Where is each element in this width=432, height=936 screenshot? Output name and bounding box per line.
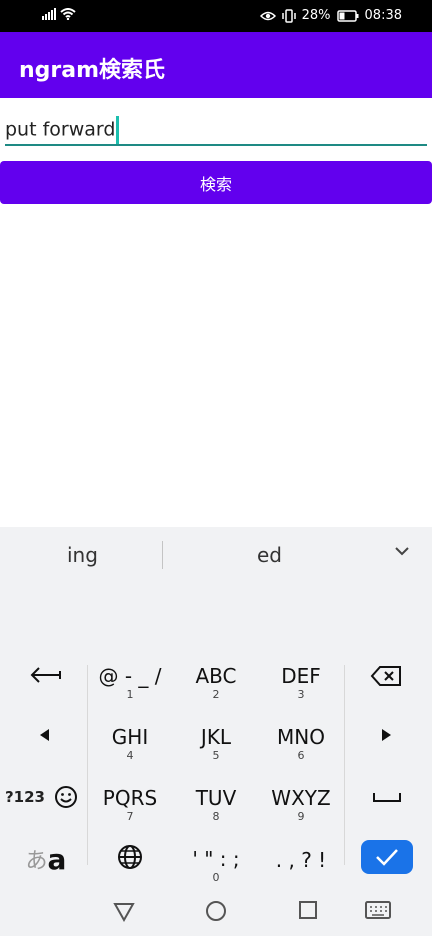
- back-triangle-icon[interactable]: [113, 900, 135, 922]
- confirm-button[interactable]: [361, 840, 413, 874]
- keyboard-divider-right: [344, 665, 345, 865]
- search-button-label: 検索: [199, 174, 232, 194]
- app-bar: ngram検索氏: [0, 32, 432, 98]
- check-icon: [376, 849, 398, 866]
- text-caret: [116, 116, 120, 144]
- navigation-bar: [0, 890, 432, 936]
- battery-percent: 28%: [301, 8, 331, 23]
- signal-icon: [42, 8, 56, 20]
- arrow-left-icon[interactable]: [38, 728, 50, 742]
- vibrate-icon: [281, 8, 296, 23]
- search-input-value: put forward: [5, 118, 116, 141]
- emoji-icon[interactable]: [54, 785, 78, 809]
- suggestion-ing[interactable]: ing: [67, 543, 98, 567]
- wifi-icon: [60, 8, 76, 20]
- key-pqrs[interactable]: PQRS 7: [95, 785, 165, 825]
- key-mno[interactable]: MNO 6: [266, 724, 336, 764]
- key-numbers-toggle[interactable]: ?123: [4, 786, 46, 808]
- suggestion-divider: [162, 541, 163, 569]
- keyboard-icon[interactable]: [365, 900, 391, 920]
- home-circle-icon[interactable]: [205, 900, 227, 922]
- suggestion-ed[interactable]: ed: [257, 543, 282, 567]
- key-symbols[interactable]: @ - _ / 1: [95, 663, 165, 703]
- suggestion-bar: ing ed: [0, 527, 432, 635]
- key-def[interactable]: DEF 3: [266, 663, 336, 703]
- app-title: ngram検索氏: [19, 58, 166, 83]
- key-ghi[interactable]: GHI 4: [95, 724, 165, 764]
- arrow-right-icon[interactable]: [381, 728, 393, 742]
- key-jkl[interactable]: JKL 5: [181, 724, 251, 764]
- search-button[interactable]: 検索: [0, 161, 432, 204]
- eye-icon: [259, 11, 276, 20]
- space-icon[interactable]: [372, 791, 402, 803]
- globe-icon[interactable]: [117, 844, 143, 870]
- battery-icon: [336, 9, 359, 22]
- keyboard: @ - _ / 1 ABC 2 DEF 3 GHI 4 JKL 5 MNO 6 …: [0, 635, 432, 890]
- key-wxyz[interactable]: WXYZ 9: [266, 785, 336, 825]
- key-punctuation[interactable]: . , ? !: [266, 846, 336, 874]
- clock: 08:38: [364, 8, 402, 23]
- arrow-back-icon[interactable]: [28, 665, 62, 685]
- keyboard-divider-left: [87, 665, 88, 865]
- key-quotes[interactable]: ' " : ; 0: [181, 846, 251, 886]
- chevron-down-icon[interactable]: [392, 541, 412, 561]
- status-bar: 28% 08:38: [0, 0, 432, 32]
- key-tuv[interactable]: TUV 8: [181, 785, 251, 825]
- key-abc[interactable]: ABC 2: [181, 663, 251, 703]
- backspace-icon[interactable]: [370, 665, 402, 687]
- search-input[interactable]: put forward: [5, 106, 427, 146]
- recents-square-icon[interactable]: [298, 900, 318, 920]
- input-mode-toggle[interactable]: あa: [22, 843, 70, 876]
